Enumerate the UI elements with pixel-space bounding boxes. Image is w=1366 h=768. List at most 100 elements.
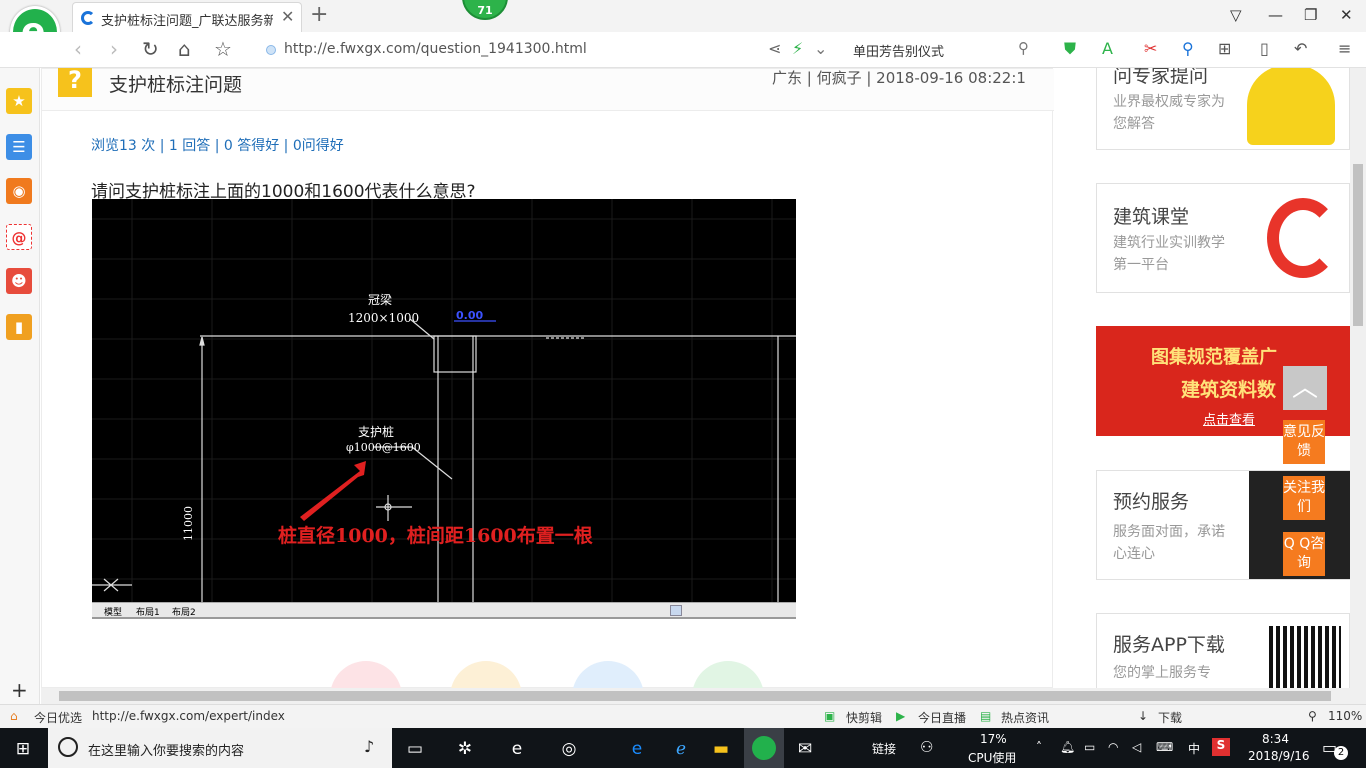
- skin-icon[interactable]: ▽: [1230, 6, 1242, 24]
- tab-close-icon[interactable]: ✕: [281, 7, 294, 26]
- tray-wifi-icon[interactable]: ◠: [1108, 740, 1118, 754]
- card-title: 预约服务: [1113, 491, 1190, 513]
- card-app-download[interactable]: 服务APP下载 您的掌上服务专: [1096, 613, 1350, 688]
- tray-bell-icon[interactable]: 🔔︎: [1060, 740, 1075, 754]
- banner-line2: 建筑资料数: [1181, 379, 1277, 401]
- app-edge-blue-icon[interactable]: e: [624, 736, 650, 762]
- mail-icon[interactable]: @: [6, 224, 32, 250]
- game-icon[interactable]: ☻: [6, 268, 32, 294]
- question-stats[interactable]: 浏览13 次 | 1 回答 | 0 答得好 | 0问得好: [91, 135, 344, 155]
- cad-label-pile: 支护桩: [358, 425, 395, 439]
- app-mail-icon[interactable]: ✉: [792, 736, 818, 762]
- task-view-icon[interactable]: ▭: [402, 736, 428, 762]
- collect-button[interactable]: [450, 661, 522, 688]
- notes-icon[interactable]: ▮: [6, 314, 32, 340]
- clock-date[interactable]: 2018/9/16: [1248, 749, 1310, 763]
- tablet-icon[interactable]: ▯: [1260, 39, 1269, 58]
- cad-tab-layout1[interactable]: 布局1: [136, 605, 160, 617]
- cpu-percent: 17%: [980, 732, 1007, 746]
- banner-line1: 图集规范覆盖广: [1151, 347, 1277, 368]
- tray-volume-icon[interactable]: ◁: [1132, 740, 1141, 754]
- qq-consult-button[interactable]: Q Q咨询: [1283, 532, 1325, 576]
- restore-button[interactable]: ❐: [1304, 6, 1317, 24]
- card-ask-expert[interactable]: 问专家提问 业界最权威专家为您解答: [1096, 68, 1350, 150]
- app-edge-icon[interactable]: e: [504, 736, 530, 762]
- share-button[interactable]: [572, 661, 644, 688]
- status-download[interactable]: 下载: [1158, 709, 1182, 726]
- menu-icon[interactable]: ≡: [1338, 39, 1351, 58]
- ime-indicator[interactable]: 中: [1188, 740, 1200, 757]
- status-clip[interactable]: 快剪辑: [846, 709, 882, 726]
- back-to-top-icon[interactable]: ︿: [1283, 366, 1327, 410]
- cad-tab-layout2[interactable]: 布局2: [172, 605, 196, 617]
- cad-tab-model[interactable]: 模型: [104, 605, 122, 617]
- search-icon[interactable]: ⚲: [1018, 39, 1029, 57]
- today-picks[interactable]: 今日优选: [34, 709, 82, 726]
- undo-icon[interactable]: ↶: [1294, 39, 1307, 58]
- speed-icon[interactable]: ⚡: [792, 39, 803, 58]
- banner-button[interactable]: 点击查看: [1203, 409, 1255, 428]
- taskbar-link-label[interactable]: 链接: [872, 740, 896, 757]
- app-explorer-icon[interactable]: ▬: [708, 736, 734, 762]
- magnifier-icon[interactable]: ⚲: [1182, 39, 1194, 58]
- card-desc: 业界最权威专家为您解答: [1113, 94, 1225, 132]
- card-classroom[interactable]: 建筑课堂 建筑行业实训教学第一平台: [1096, 183, 1350, 293]
- chevron-down-icon[interactable]: ⌄: [814, 39, 827, 58]
- browser-tab[interactable]: 支护桩标注问题_广联达服务新干 ✕: [72, 2, 302, 32]
- qr-code-icon: [1269, 626, 1341, 688]
- feedback-button[interactable]: 意见反馈: [1283, 420, 1325, 464]
- follow-us-button[interactable]: 关注我们: [1283, 476, 1325, 520]
- search-text: 单田芳告别仪式: [853, 45, 945, 60]
- minimize-button[interactable]: —: [1268, 6, 1283, 24]
- tray-keyboard-icon[interactable]: ⌨: [1156, 740, 1173, 754]
- red-arrow: [300, 461, 366, 521]
- like-button[interactable]: [330, 661, 402, 688]
- microphone-icon[interactable]: ♪: [364, 737, 374, 756]
- new-tab-button[interactable]: +: [310, 2, 328, 27]
- reader-icon[interactable]: ☰: [6, 134, 32, 160]
- vertical-scrollbar[interactable]: [1350, 68, 1366, 688]
- search-input[interactable]: 单田芳告别仪式 ⚲: [840, 36, 1044, 64]
- top-button[interactable]: [692, 661, 764, 688]
- page-content: ? 支护桩标注问题 广东 | 何疯子 | 2018-09-16 08:22:1 …: [41, 68, 1350, 688]
- tray-battery-icon[interactable]: ▭: [1084, 740, 1095, 754]
- gift-icon[interactable]: ⌂: [10, 709, 18, 723]
- horizontal-scroll-thumb[interactable]: [59, 691, 1331, 701]
- app-browser-active[interactable]: [744, 728, 784, 768]
- apps-grid-icon[interactable]: ⊞: [1218, 39, 1231, 58]
- zoom-level[interactable]: 110%: [1328, 709, 1362, 723]
- news-icon: ▤: [980, 709, 992, 723]
- horizontal-scrollbar[interactable]: [41, 688, 1366, 704]
- app-ie-icon[interactable]: ℯ: [668, 736, 694, 762]
- close-window-button[interactable]: ✕: [1340, 6, 1353, 24]
- status-live[interactable]: 今日直播: [918, 709, 966, 726]
- cortana-icon: [58, 737, 78, 757]
- bookmark-star-icon[interactable]: ☆: [214, 37, 232, 61]
- cad-drawing-image[interactable]: 冠梁 1200×1000 0.00 支护桩 φ1000@1600 11000 桩…: [92, 199, 796, 619]
- cpu-label: CPU使用: [968, 751, 1017, 765]
- windows-start-icon[interactable]: ⊞: [10, 736, 36, 762]
- people-icon[interactable]: ⚇: [920, 738, 933, 756]
- home-icon[interactable]: ⌂: [178, 37, 191, 61]
- share-icon[interactable]: ⋖: [768, 39, 781, 58]
- sogou-ime-icon[interactable]: S: [1212, 738, 1230, 756]
- shield-icon[interactable]: ⛊: [1064, 39, 1076, 59]
- tray-chevron-icon[interactable]: ˄: [1036, 740, 1042, 754]
- clock-time[interactable]: 8:34: [1262, 732, 1289, 746]
- scissors-icon[interactable]: ✂: [1144, 39, 1157, 58]
- url-field[interactable]: http://e.fwxgx.com/question_1941300.html: [262, 36, 762, 64]
- refresh-icon[interactable]: ↻: [142, 37, 159, 61]
- status-news[interactable]: 热点资讯: [1001, 709, 1049, 726]
- taskbar-search-input[interactable]: 在这里输入你要搜索的内容 ♪: [48, 728, 392, 768]
- weibo-icon[interactable]: ◉: [6, 178, 32, 204]
- app-browser360-icon[interactable]: ◎: [556, 736, 582, 762]
- sidebar-add-icon[interactable]: +: [11, 678, 28, 702]
- forward-icon[interactable]: ›: [110, 37, 118, 61]
- favorites-icon[interactable]: ★: [6, 88, 32, 114]
- back-icon[interactable]: ‹: [74, 37, 82, 61]
- cad-scroll-left-icon[interactable]: [670, 605, 682, 616]
- notification-badge[interactable]: 71: [462, 0, 508, 20]
- app-pinwheel-icon[interactable]: ✲: [452, 736, 478, 762]
- translate-icon[interactable]: A: [1102, 39, 1113, 58]
- vertical-scroll-thumb[interactable]: [1353, 164, 1363, 326]
